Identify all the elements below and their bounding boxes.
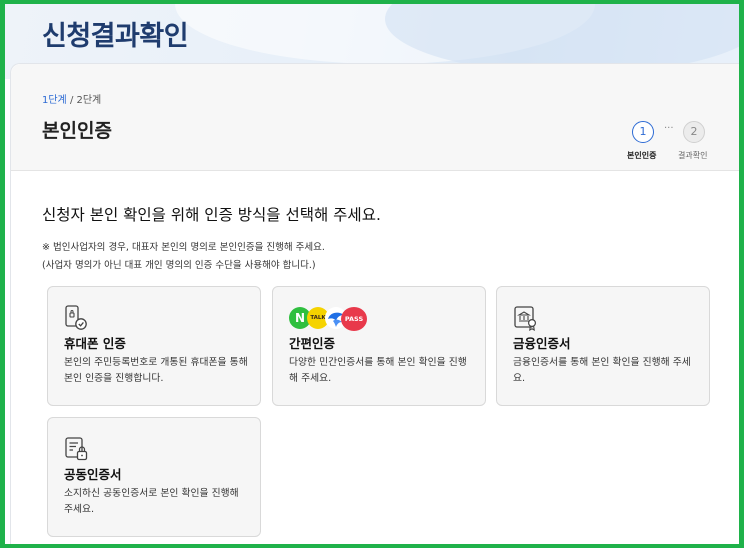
simple-auth-logos: N TALK PASS: [289, 307, 379, 331]
intro-text: 신청자 본인 확인을 위해 인증 방식을 선택해 주세요.: [42, 206, 381, 224]
panel-header: 1단계 / 2단계 본인인증 1 ··· 2 본인인증 결과확인: [11, 64, 739, 171]
notice-subtext: (사업자 명의가 아닌 대표 개인 명의의 인증 수단을 사용해야 합니다.): [42, 260, 316, 271]
breadcrumb-separator: /: [66, 95, 77, 106]
page-frame: 신청결과확인 1단계 / 2단계 본인인증 1 ··· 2 본인인증 결과확인 …: [5, 4, 739, 544]
step-connector: ···: [664, 123, 674, 134]
step-2-label: 결과확인: [678, 151, 708, 160]
method-description: 다양한 민간인증서를 통해 본인 확인을 진행해 주세요.: [289, 357, 467, 384]
method-description: 소지하신 공동인증서로 본인 확인을 진행해 주세요.: [64, 488, 239, 515]
method-card-financial-certificate[interactable]: 금융인증서 금융인증서를 통해 본인 확인을 진행해 주세요.: [496, 286, 710, 406]
breadcrumb-current: 1단계: [42, 95, 67, 106]
method-card-joint-certificate[interactable]: 공동인증서 소지하신 공동인증서로 본인 확인을 진행해 주세요.: [47, 417, 261, 537]
step-1-indicator: 1: [632, 121, 654, 143]
phone-shield-icon: [64, 305, 88, 335]
method-description: 금융인증서를 통해 본인 확인을 진행해 주세요.: [513, 357, 691, 384]
method-title: 휴대폰 인증: [64, 336, 126, 351]
method-title: 공동인증서: [64, 467, 122, 482]
bank-certificate-icon: [513, 305, 539, 335]
breadcrumb: 1단계 / 2단계: [42, 91, 101, 106]
document-lock-icon: [64, 436, 90, 466]
method-title: 간편인증: [289, 336, 336, 351]
breadcrumb-next: 2단계: [76, 95, 102, 106]
page-title: 신청결과확인: [42, 21, 189, 52]
auth-panel: 1단계 / 2단계 본인인증 1 ··· 2 본인인증 결과확인 신청자 본인 …: [10, 63, 739, 544]
progress-stepper: 1 ··· 2 본인인증 결과확인: [623, 121, 733, 161]
method-title: 금융인증서: [513, 336, 571, 351]
method-description: 본인의 주민등록번호로 개통된 휴대폰을 통해 본인 인증을 진행합니다.: [64, 357, 248, 384]
pass-logo-icon: PASS: [341, 307, 367, 331]
method-card-phone[interactable]: 휴대폰 인증 본인의 주민등록번호로 개통된 휴대폰을 통해 본인 인증을 진행…: [47, 286, 261, 406]
step-2-indicator: 2: [683, 121, 705, 143]
step-title: 본인인증: [42, 120, 112, 142]
step-1-label: 본인인증: [627, 151, 657, 160]
method-card-simple-auth[interactable]: N TALK PASS 간편인증 다양한 민간인증서를 통해 본인 확인을 진행…: [272, 286, 486, 406]
notice-text: ※ 법인사업자의 경우, 대표자 본인의 명의로 본인인증을 진행해 주세요.: [42, 242, 325, 253]
